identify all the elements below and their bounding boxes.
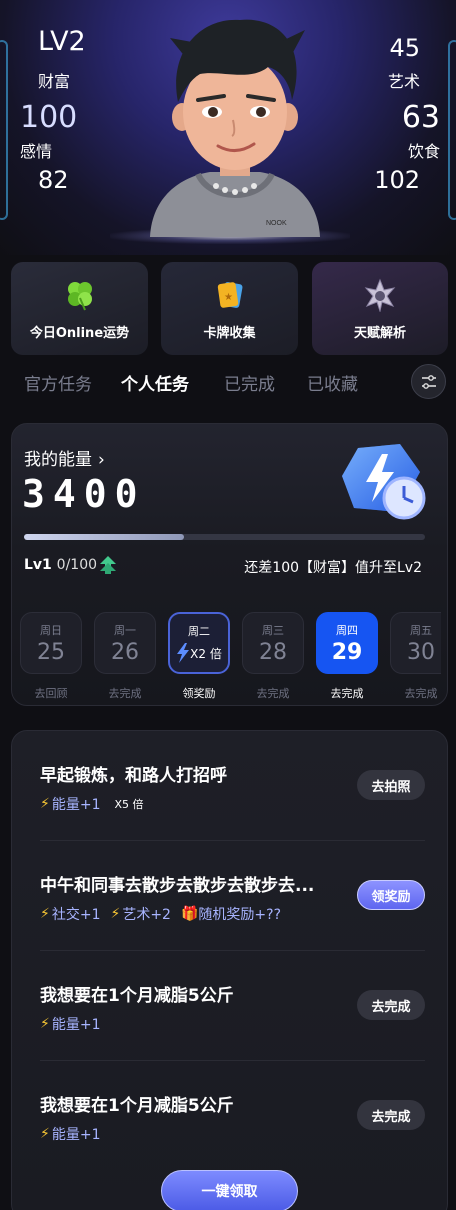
day-number: 28	[259, 640, 287, 665]
multiplier-text: X2 倍	[190, 646, 222, 661]
day-friday[interactable]: 周五 30	[390, 612, 441, 674]
lightning-icon: ⚡	[40, 796, 50, 812]
task-item[interactable]: 中午和同事去散步去散步去散步去... ⚡ 社交+1 ⚡ 艺术+2 🎁 随机奖励+?? …	[40, 871, 425, 924]
right-bottom-stat: 102	[374, 166, 420, 194]
fortune-card-label: 今日Online运势	[29, 326, 130, 341]
profile-header: LV2 财富 100 感情 82 45 艺术 63 饮食 102 NOOK	[0, 0, 456, 255]
day-number: 25	[37, 640, 65, 665]
lightning-icon: ⚡	[40, 1126, 50, 1142]
card-collection-label: 卡牌收集	[203, 326, 256, 341]
energy-progress-bar	[24, 534, 425, 540]
day-number: 29	[331, 640, 363, 665]
talent-analysis-label: 天赋解析	[353, 326, 406, 341]
level-progress-text: Lv1 0/100	[24, 557, 97, 573]
task-item[interactable]: 早起锻炼，和路人打招呼 ⚡ 能量+1 X5 倍 去拍照	[40, 761, 425, 814]
day-tuesday-reward[interactable]: 周二 X2 倍	[168, 612, 230, 674]
double-reward: X2 倍	[176, 643, 222, 663]
lightning-icon: ⚡	[40, 1016, 50, 1032]
day-name: 周三	[262, 624, 284, 637]
reward-tag: ⚡ 能量+1	[40, 796, 101, 813]
avatar-character[interactable]: NOOK	[140, 12, 330, 237]
tab-personal[interactable]: 个人任务	[121, 370, 189, 395]
task-item[interactable]: 我想要在1个月减脂5公斤 ⚡ 能量+1 去完成	[40, 1091, 425, 1144]
card-icon: ★	[212, 277, 248, 313]
feature-cards: 今日Online运势 ★ 卡牌收集 天赋解析	[11, 262, 448, 355]
task-divider	[40, 1060, 425, 1061]
weekly-calendar: 周日 25 去回顾 周一 26 去完成 周二 X2 倍 领奖励 周三 28 去完…	[20, 612, 441, 704]
claim-all-button[interactable]: 一键领取	[161, 1170, 298, 1210]
energy-progress-fill	[24, 534, 185, 540]
task-divider	[40, 950, 425, 951]
task-item[interactable]: 我想要在1个月减脂5公斤 ⚡ 能量+1 去完成	[40, 981, 425, 1034]
talent-analysis-card[interactable]: 天赋解析	[312, 262, 448, 355]
level-badge: LV2	[38, 26, 86, 57]
wealth-label: 财富	[38, 72, 71, 91]
filter-button[interactable]	[411, 364, 446, 399]
level-up-arrow-icon	[100, 556, 116, 574]
task-divider	[40, 840, 425, 841]
take-photo-button[interactable]: 去拍照	[357, 770, 425, 800]
day-name: 周日	[40, 624, 62, 637]
claim-reward-button[interactable]: 领奖励	[357, 880, 425, 910]
energy-bolt-clock-icon	[342, 444, 426, 520]
emotion-label: 感情	[20, 142, 53, 161]
energy-title: 我的能量	[24, 450, 92, 470]
left-bottom-stat: 82	[38, 166, 69, 194]
energy-panel: 我的能量 › 3400 Lv1 0/100 还差100【财富】值升至Lv2 周日 …	[11, 423, 448, 706]
current-level: Lv1	[24, 557, 52, 573]
energy-value: 3400	[22, 472, 146, 516]
gift-icon: 🎁	[180, 906, 199, 922]
header-left-rim	[0, 40, 8, 220]
energy-title-link[interactable]: 我的能量 ›	[24, 445, 105, 470]
lightning-icon: ⚡	[110, 906, 121, 922]
reward-tag: ⚡ 能量+1	[40, 1016, 101, 1033]
day-thursday-today[interactable]: 周四 29	[316, 612, 378, 674]
level-up-requirement: 还差100【财富】值升至Lv2	[244, 560, 422, 576]
day-number: 26	[111, 640, 139, 665]
chevron-right-icon: ›	[98, 450, 105, 470]
reward-tag: ⚡ 社交+1	[40, 906, 101, 923]
day-status: 去完成	[330, 687, 364, 700]
art-value: 45	[389, 34, 420, 62]
day-sunday[interactable]: 周日 25	[20, 612, 82, 674]
day-status: 去完成	[404, 687, 438, 700]
reward-tag: ⚡ 艺术+2	[110, 906, 171, 923]
diet-value: 63	[401, 100, 440, 135]
art-label: 艺术	[387, 72, 420, 91]
day-name: 周四	[336, 624, 358, 637]
emotion-value: 100	[20, 100, 78, 135]
day-status: 去完成	[256, 687, 290, 700]
day-status: 去回顾	[34, 687, 68, 700]
talent-gem-icon	[362, 277, 398, 313]
day-name: 周二	[188, 625, 210, 638]
tab-completed[interactable]: 已完成	[224, 370, 275, 395]
go-complete-button[interactable]: 去完成	[357, 990, 425, 1020]
diet-label: 饮食	[407, 142, 440, 161]
clover-icon	[62, 277, 98, 313]
day-status: 去完成	[108, 687, 142, 700]
hoodie-logo-text: NOOK	[266, 220, 287, 227]
task-list: 早起锻炼，和路人打招呼 ⚡ 能量+1 X5 倍 去拍照 中午和同事去散步去散步去散…	[11, 730, 448, 1210]
day-name: 周五	[410, 624, 432, 637]
day-monday[interactable]: 周一 26	[94, 612, 156, 674]
reward-tag: ⚡ 能量+1	[40, 1126, 101, 1143]
day-wednesday[interactable]: 周三 28	[242, 612, 304, 674]
svg-text:★: ★	[224, 292, 233, 303]
lightning-icon	[177, 643, 190, 663]
tab-favorited[interactable]: 已收藏	[307, 370, 358, 395]
sliders-icon	[421, 374, 436, 389]
day-name: 周一	[114, 624, 136, 637]
multiplier-text: X5 倍	[114, 798, 144, 811]
header-right-rim	[448, 40, 456, 220]
card-collection-card[interactable]: ★ 卡牌收集	[161, 262, 298, 355]
level-progress-value: 0/100	[56, 557, 98, 573]
tab-official[interactable]: 官方任务	[24, 370, 92, 395]
fortune-card[interactable]: 今日Online运势	[11, 262, 148, 355]
go-complete-button[interactable]: 去完成	[357, 1100, 425, 1130]
day-status: 领奖励	[182, 687, 216, 700]
random-reward-tag: 🎁 随机奖励+??	[180, 906, 281, 923]
lightning-icon: ⚡	[40, 906, 50, 922]
day-number: 30	[407, 640, 435, 665]
